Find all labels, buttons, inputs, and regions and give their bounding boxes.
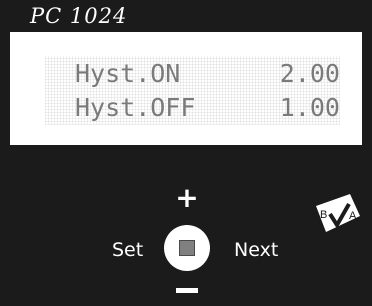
lcd-value-hyst-on: 2.00 [279,59,340,88]
plus-button[interactable]: + [175,184,199,212]
lcd-display: Hyst.ON 2.00 Hyst.OFF 1.00 [45,56,340,125]
lcd-label-hyst-on: Hyst.ON [75,59,181,88]
logo-letter-a: A [349,210,357,222]
logo-letter-b: B [320,209,327,221]
set-button[interactable]: Set [112,239,143,261]
device-model-title: PC 1024 [30,4,128,28]
next-button[interactable]: Next [234,239,278,261]
lcd-label-hyst-off: Hyst.OFF [75,93,196,122]
center-button[interactable] [164,225,210,271]
lcd-value-hyst-off: 1.00 [279,93,340,122]
square-stop-icon [179,240,195,256]
display-panel: Hyst.ON 2.00 Hyst.OFF 1.00 [10,32,362,145]
lcd-row-1: Hyst.ON 2.00 [45,58,340,90]
minus-button[interactable] [176,288,198,293]
lcd-row-2: Hyst.OFF 1.00 [45,92,340,124]
brand-logo: B A [316,194,360,232]
